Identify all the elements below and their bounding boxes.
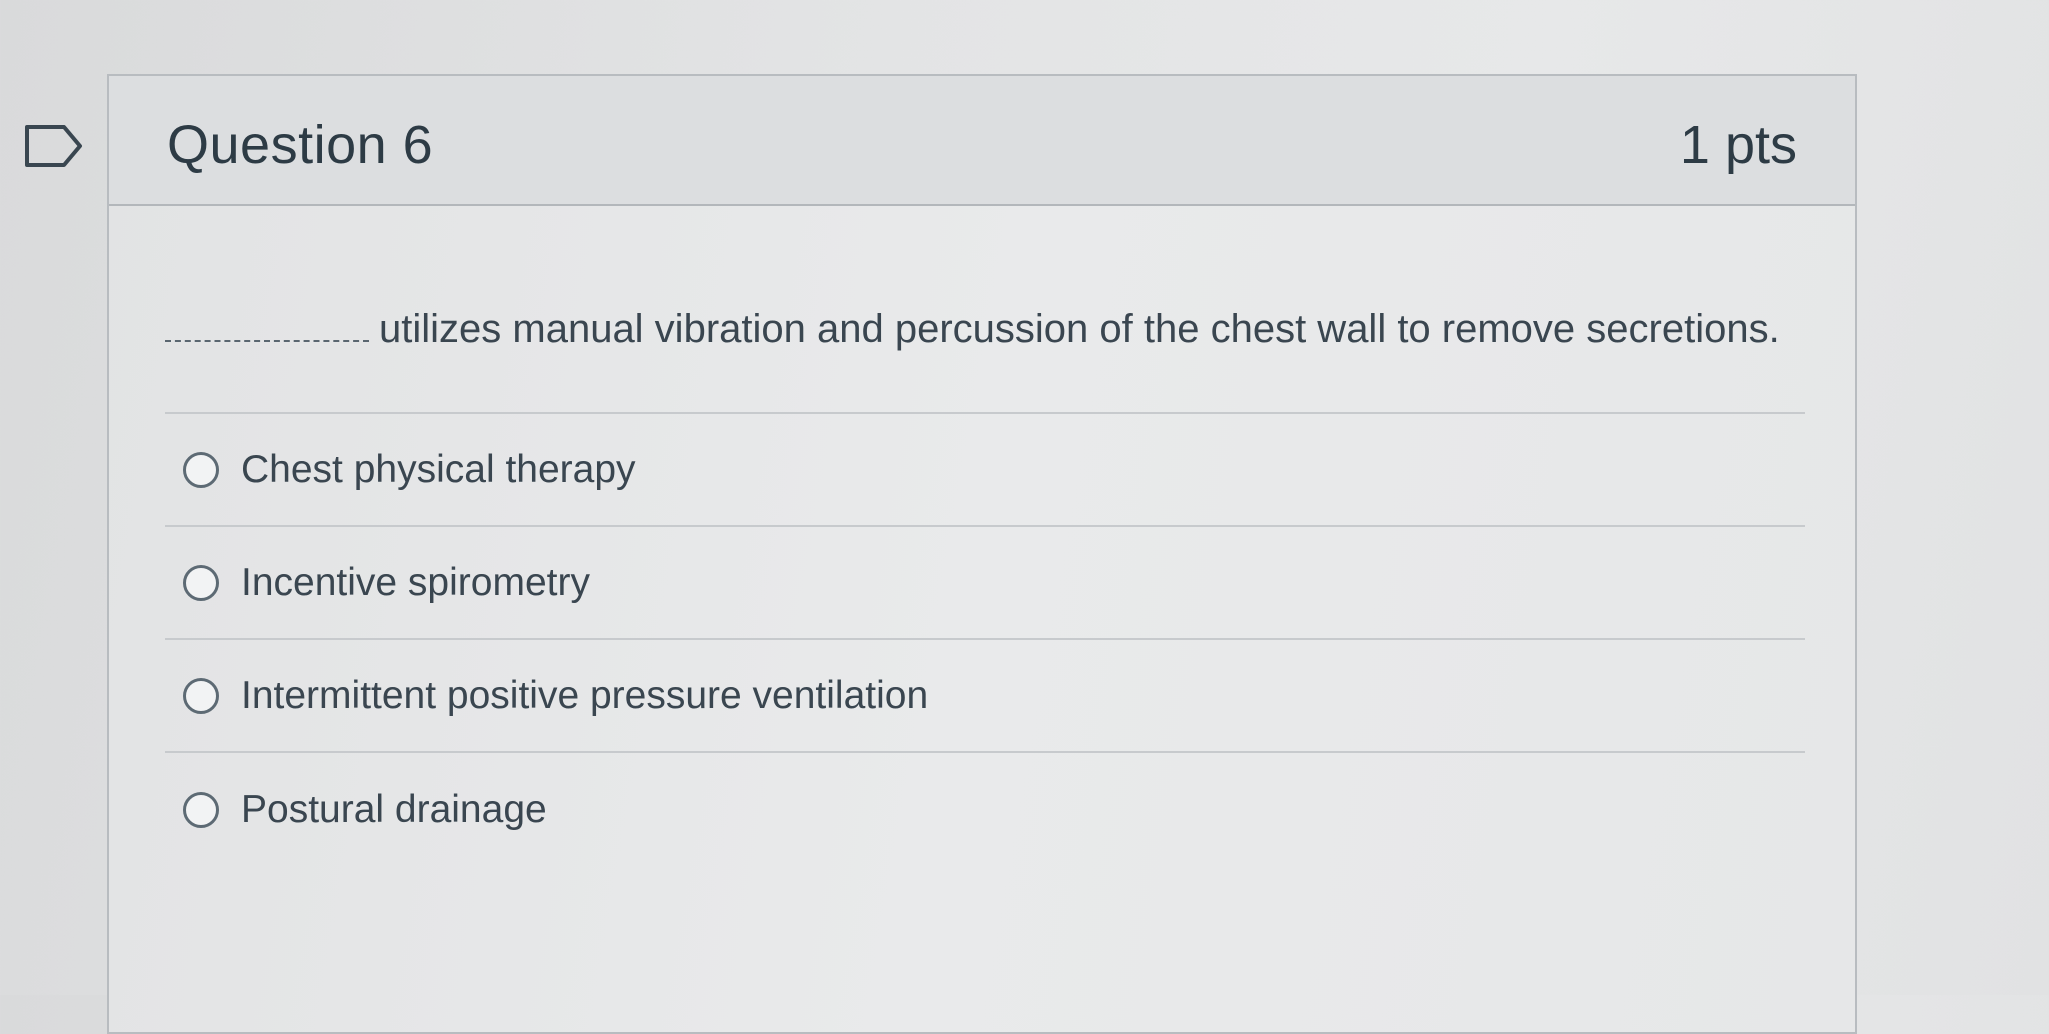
question-body: utilizes manual vibration and percussion…	[109, 292, 1855, 866]
answer-label[interactable]: Intermittent positive pressure ventilati…	[241, 674, 928, 718]
radio-button-icon[interactable]	[183, 564, 219, 601]
question-title: Question 6	[167, 115, 434, 175]
radio-button-icon[interactable]	[183, 677, 219, 714]
answer-list: Chest physical therapy Incentive spirome…	[165, 412, 1805, 866]
answer-label[interactable]: Postural drainage	[241, 788, 547, 832]
question-header: Question 6 1 pts	[109, 76, 1855, 206]
question-card: Question 6 1 pts utilizes manual vibrati…	[107, 74, 1857, 1034]
flag-question-icon[interactable]	[24, 124, 84, 168]
fill-in-blank	[165, 330, 369, 342]
answer-option[interactable]: Chest physical therapy	[165, 414, 1805, 527]
answer-option[interactable]: Intermittent positive pressure ventilati…	[165, 640, 1805, 753]
answer-label[interactable]: Chest physical therapy	[241, 448, 636, 492]
question-text-body: utilizes manual vibration and percussion…	[379, 307, 1780, 351]
answer-label[interactable]: Incentive spirometry	[241, 561, 590, 605]
question-points: 1 pts	[1679, 115, 1797, 175]
answer-option[interactable]: Postural drainage	[165, 753, 1805, 866]
radio-button-icon[interactable]	[183, 791, 219, 828]
answer-option[interactable]: Incentive spirometry	[165, 527, 1805, 640]
question-text: utilizes manual vibration and percussion…	[165, 292, 1805, 366]
radio-button-icon[interactable]	[183, 451, 219, 488]
